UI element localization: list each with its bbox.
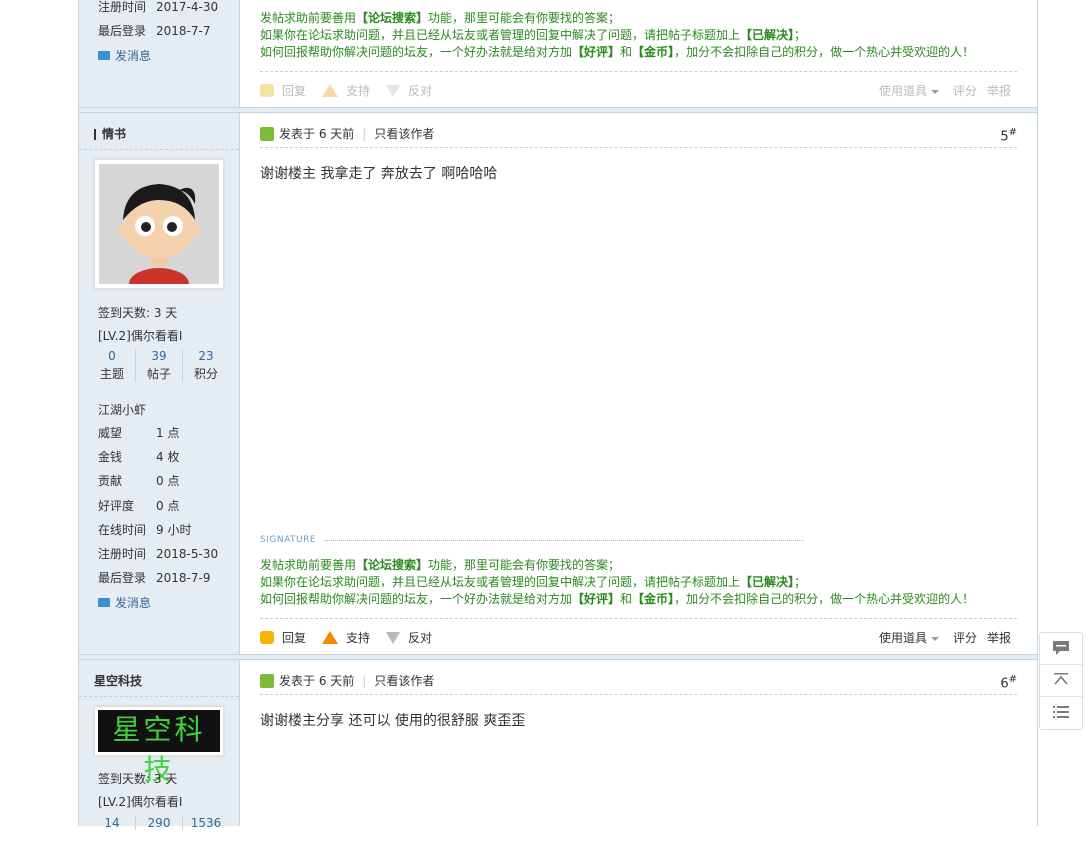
signature-label: SIGNATURE — [260, 535, 317, 545]
reply-icon — [260, 84, 274, 97]
post-4: 注册时间 2017-4-30 最后登录 2018-7-7 发消息 发帖求助前要善用【… — [79, 0, 1037, 108]
signature-divider — [324, 540, 804, 541]
support-button[interactable]: 支持 — [322, 629, 370, 646]
divider — [79, 149, 239, 150]
rate-button[interactable]: 评分 — [953, 82, 977, 99]
thumb-up-icon — [322, 631, 338, 644]
avatar-image — [99, 164, 219, 284]
thumb-up-icon — [322, 84, 338, 97]
author-name[interactable]: 情书 — [94, 125, 126, 142]
reply-button[interactable]: 回复 — [260, 82, 306, 99]
avatar[interactable] — [94, 159, 224, 289]
user-level[interactable]: [LV.2]偶尔看看I — [98, 793, 182, 810]
post-6: 星空科技 星空科技 签到天数: 3 天 [LV.2]偶尔看看I 14 290 1… — [79, 660, 1037, 830]
report-button[interactable]: 举报 — [987, 82, 1011, 99]
info-row: 注册时间 2018-5-30 — [98, 547, 219, 561]
post-header: 发表于 6 天前 | 只看该作者 5# — [260, 125, 1017, 148]
info-row: 贡献 0 点 — [98, 474, 180, 488]
rate-button[interactable]: 评分 — [953, 629, 977, 646]
post-body: 发帖求助前要善用【论坛搜索】功能，那里可能会有你要找的答案； 如果你在论坛求助问… — [240, 0, 1037, 108]
author-sidebar: 星空科技 星空科技 签到天数: 3 天 [LV.2]偶尔看看I 14 290 1… — [79, 660, 240, 830]
post-5: 情书 签到天数: 3 天 [LV.2]偶尔看看I 0 主题 39 帖子 23 积… — [79, 113, 1037, 654]
thumb-down-icon — [386, 631, 400, 644]
thumb-down-icon — [386, 84, 400, 97]
use-tools-button[interactable]: 使用道具 — [879, 629, 939, 646]
chevron-down-icon — [931, 89, 939, 94]
divider — [79, 696, 239, 697]
signin-days: 签到天数: 3 天 — [98, 306, 178, 320]
post-content: 谢谢楼主分享 还可以 使用的很舒服 爽歪歪 — [260, 713, 526, 729]
floor-number[interactable]: 6# — [1000, 674, 1017, 691]
post-header: 发表于 6 天前 | 只看该作者 6# — [260, 672, 1017, 695]
post-body: 发表于 6 天前 | 只看该作者 5# 谢谢楼主 我拿走了 奔放去了 啊哈哈哈 SI… — [240, 113, 1037, 654]
use-tools-button[interactable]: 使用道具 — [879, 82, 939, 99]
report-button[interactable]: 举报 — [987, 629, 1011, 646]
comment-icon[interactable] — [1040, 633, 1082, 665]
reply-icon — [260, 631, 274, 644]
avatar[interactable]: 星空科技 — [94, 706, 224, 786]
thread-page: 注册时间 2017-4-30 最后登录 2018-7-7 发消息 发帖求助前要善用【… — [78, 0, 1038, 830]
stat-points[interactable]: 23 积分 — [183, 349, 229, 382]
signin-days: 签到天数: 3 天 — [98, 772, 178, 786]
user-title: 江湖小虾 — [98, 403, 147, 417]
signature-text: 发帖求助前要善用【论坛搜索】功能，那里可能会有你要找的答案； 如果你在论坛求助问… — [260, 11, 975, 59]
info-row: 最后登录 2018-7-9 — [98, 571, 211, 585]
oppose-button[interactable]: 反对 — [386, 629, 432, 646]
post-content: 谢谢楼主 我拿走了 奔放去了 啊哈哈哈 — [260, 166, 498, 182]
floating-toolbar — [1039, 632, 1083, 730]
author-name[interactable]: 星空科技 — [94, 672, 142, 689]
info-row: 好评度 0 点 — [98, 499, 180, 513]
signature-text: 发帖求助前要善用【论坛搜索】功能，那里可能会有你要找的答案； 如果你在论坛求助问… — [260, 558, 975, 606]
user-stats: 14 290 1536 — [89, 816, 229, 854]
post-body: 发表于 6 天前 | 只看该作者 6# 谢谢楼主分享 还可以 使用的很舒服 爽歪歪 — [240, 660, 1037, 826]
post-time: 发表于 6 天前 — [279, 127, 355, 141]
floor-number[interactable]: 5# — [1000, 127, 1017, 144]
info-row: 金钱 4 枚 — [98, 450, 180, 464]
stat-threads[interactable]: 0 主题 — [89, 349, 136, 382]
info-row: 威望 1 点 — [98, 426, 180, 440]
stat-points[interactable]: 1536 — [183, 816, 229, 830]
online-status-icon — [260, 673, 274, 688]
author-sidebar: 情书 签到天数: 3 天 [LV.2]偶尔看看I 0 主题 39 帖子 23 积… — [79, 113, 240, 654]
user-stats: 0 主题 39 帖子 23 积分 — [89, 349, 229, 387]
avatar-logo-text: 星空科技 — [98, 710, 220, 786]
reg-time-row: 注册时间 2017-4-30 — [98, 0, 219, 14]
post-time: 发表于 6 天前 — [279, 674, 355, 688]
post-actions: 回复 支持 反对 使用道具 评分 举报 — [260, 618, 1017, 653]
oppose-button[interactable]: 反对 — [386, 82, 432, 99]
stat-threads[interactable]: 14 — [89, 816, 136, 830]
last-login-row: 最后登录 2018-7-7 — [98, 24, 211, 38]
chevron-down-icon — [931, 636, 939, 641]
envelope-icon — [98, 51, 110, 60]
support-button[interactable]: 支持 — [322, 82, 370, 99]
back-to-top-icon[interactable] — [1040, 665, 1082, 697]
envelope-icon — [98, 598, 110, 607]
post-actions: 回复 支持 反对 使用道具 评分 举报 — [260, 71, 1017, 106]
send-message-link[interactable]: 发消息 — [98, 594, 151, 611]
info-row: 在线时间 9 小时 — [98, 523, 192, 537]
author-sidebar: 注册时间 2017-4-30 最后登录 2018-7-7 发消息 — [79, 0, 240, 108]
online-status-icon — [260, 126, 274, 141]
list-icon[interactable] — [1040, 697, 1082, 728]
only-author-link[interactable]: 只看该作者 — [374, 674, 434, 688]
only-author-link[interactable]: 只看该作者 — [374, 127, 434, 141]
user-level[interactable]: [LV.2]偶尔看看I — [98, 327, 182, 344]
reply-button[interactable]: 回复 — [260, 629, 306, 646]
stat-posts[interactable]: 39 帖子 — [136, 349, 183, 382]
send-message-link[interactable]: 发消息 — [98, 47, 151, 64]
stat-posts[interactable]: 290 — [136, 816, 183, 830]
